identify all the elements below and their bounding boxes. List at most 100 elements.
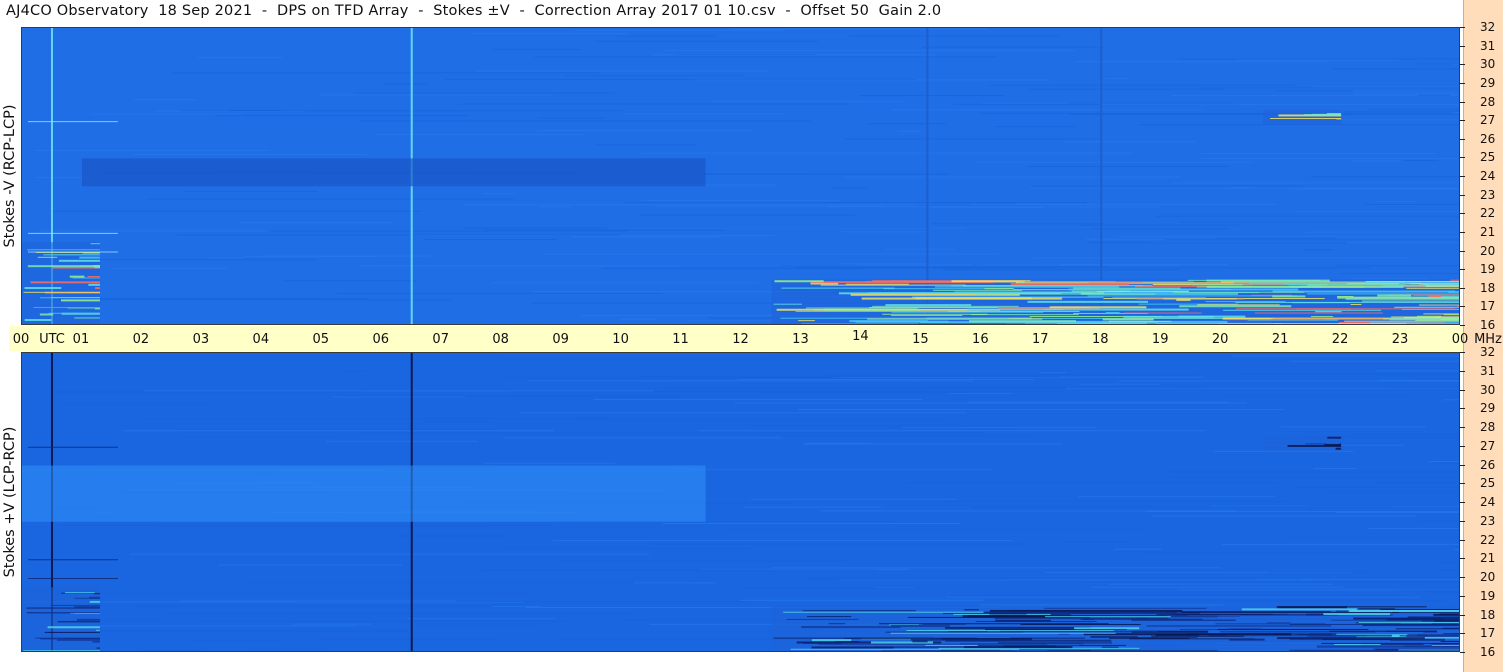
activity-streak xyxy=(1079,308,1148,310)
noise-streak xyxy=(1303,249,1334,251)
activity-streak xyxy=(44,631,100,633)
activity-streak xyxy=(1058,633,1070,635)
activity-streak xyxy=(1441,324,1460,325)
noise-streak xyxy=(1178,58,1459,60)
noise-streak xyxy=(1417,94,1451,96)
activity-streak xyxy=(1304,114,1342,116)
noise-streak xyxy=(501,547,748,549)
activity-streak xyxy=(1174,324,1361,325)
time-tick-label: 12 xyxy=(732,332,749,347)
noise-streak xyxy=(770,567,1222,569)
frequency-tick-mark xyxy=(1460,445,1465,447)
frequency-tick-label: 23 xyxy=(1480,513,1496,528)
activity-streak xyxy=(58,259,100,262)
frequency-tick-mark xyxy=(1460,408,1465,410)
activity-streak xyxy=(1289,649,1413,651)
activity-streak xyxy=(1289,623,1459,625)
activity-streak xyxy=(57,621,100,623)
activity-streak xyxy=(773,303,802,305)
noise-streak xyxy=(208,257,244,259)
activity-streak xyxy=(91,281,100,283)
frequency-tick-label: 27 xyxy=(1480,113,1496,128)
activity-streak xyxy=(90,243,100,245)
noise-streak xyxy=(856,264,973,266)
activity-streak xyxy=(60,299,100,302)
noise-streak xyxy=(476,70,769,72)
activity-streak xyxy=(1386,619,1459,621)
time-tick-label: 03 xyxy=(192,332,210,347)
noise-streak xyxy=(905,481,1279,483)
noise-streak xyxy=(921,46,1105,48)
noise-streak xyxy=(762,432,982,434)
frequency-tick-label: 28 xyxy=(1480,94,1496,109)
time-tick-label: 14 xyxy=(852,329,869,344)
frequency-tick-mark xyxy=(1460,595,1465,597)
activity-streak xyxy=(964,609,979,611)
noise-streak xyxy=(1429,461,1459,463)
noise-streak xyxy=(129,553,650,555)
chart-title: AJ4CO Observatory 18 Sep 2021 - DPS on T… xyxy=(6,3,942,19)
time-tick-label: 18 xyxy=(1091,332,1109,347)
activity-streak xyxy=(1124,312,1202,314)
noise-streak xyxy=(1080,224,1239,226)
noise-streak xyxy=(1375,370,1459,372)
noise-streak xyxy=(167,613,635,615)
frequency-tick-label: 26 xyxy=(1480,457,1496,472)
noise-streak xyxy=(703,173,950,175)
noise-streak xyxy=(1301,579,1459,581)
noise-streak xyxy=(191,640,281,642)
noise-streak xyxy=(471,32,627,34)
activity-streak xyxy=(1335,447,1342,450)
activity-streak xyxy=(1439,323,1459,324)
noise-streak xyxy=(543,253,999,255)
activity-streak xyxy=(95,287,100,290)
noise-streak xyxy=(1310,176,1459,178)
noise-streak xyxy=(1352,93,1459,95)
frequency-tick-mark xyxy=(1460,652,1465,653)
activity-streak xyxy=(30,281,100,284)
noise-streak xyxy=(1231,187,1254,189)
noise-streak xyxy=(1450,63,1459,65)
activity-streak xyxy=(96,647,100,649)
activity-streak xyxy=(1276,606,1347,609)
noise-streak xyxy=(1027,165,1230,167)
noise-streak xyxy=(393,535,504,537)
activity-streak xyxy=(861,297,1063,300)
noise-streak xyxy=(1434,462,1459,464)
activity-streak xyxy=(1358,621,1459,623)
noise-streak xyxy=(575,419,946,421)
activity-streak xyxy=(882,313,988,315)
noise-streak xyxy=(596,40,818,42)
activity-streak xyxy=(24,287,62,290)
activity-streak xyxy=(1373,648,1459,650)
activity-streak xyxy=(881,650,1014,651)
noise-streak xyxy=(1240,373,1459,375)
noise-streak xyxy=(841,263,928,265)
activity-streak xyxy=(1206,279,1330,282)
noise-streak xyxy=(270,230,628,232)
noise-streak xyxy=(1144,552,1364,554)
activity-streak xyxy=(902,651,936,652)
time-tick-label: 05 xyxy=(312,332,330,347)
noise-streak xyxy=(620,318,657,320)
noise-streak xyxy=(575,29,784,31)
activity-streak xyxy=(1364,281,1459,283)
activity-streak xyxy=(1347,283,1399,285)
noise-streak xyxy=(1164,239,1459,241)
activity-streak xyxy=(1440,318,1459,321)
noise-streak xyxy=(538,206,572,208)
frequency-tick-mark xyxy=(1460,250,1465,252)
activity-streak xyxy=(1123,315,1214,318)
noise-streak xyxy=(156,526,487,528)
noise-streak xyxy=(407,618,555,620)
noise-streak xyxy=(464,204,915,206)
frequency-tick-label: 31 xyxy=(1480,363,1496,378)
noise-streak xyxy=(68,298,321,300)
frequency-tick-label: 18 xyxy=(1480,607,1496,622)
noise-streak xyxy=(491,282,759,284)
noise-streak xyxy=(1232,355,1459,357)
activity-streak xyxy=(1096,651,1288,652)
activity-streak xyxy=(1450,279,1459,281)
activity-streak xyxy=(868,292,1092,294)
noise-streak xyxy=(1341,272,1459,274)
